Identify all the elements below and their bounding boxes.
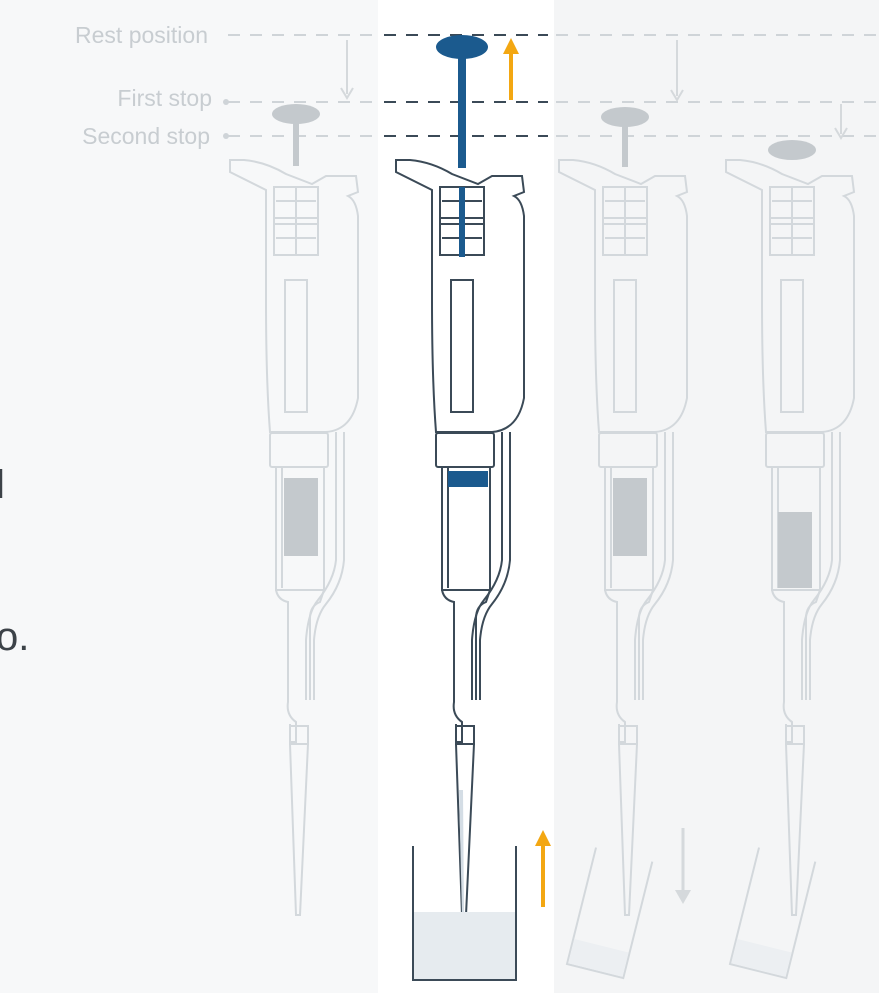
- tube-icon: [565, 847, 654, 980]
- plunger-rod-window: [459, 187, 465, 257]
- cropped-text-fragment: l: [0, 463, 5, 507]
- first-stop-label: First stop: [117, 85, 212, 111]
- rest-position-label: Rest position: [75, 22, 208, 48]
- plunger-rod: [622, 123, 628, 167]
- pipette-icon: [558, 107, 688, 916]
- down-arrow-icon: [670, 40, 684, 102]
- pipette-icon: [725, 140, 855, 916]
- liquid-fill: [613, 478, 647, 556]
- plunger-button: [436, 35, 488, 59]
- up-arrow-icon: [503, 38, 519, 100]
- plunger-button: [768, 140, 816, 160]
- piston-band: [448, 471, 488, 487]
- second-stop-dot: [223, 133, 229, 139]
- second-stop-label: Second stop: [82, 123, 210, 149]
- cropped-text-fragment: o.: [0, 615, 30, 659]
- pipette-icon: [229, 104, 359, 916]
- beaker-icon: [412, 846, 517, 981]
- pipetting-diagram: Rest position First stop Second stop: [75, 22, 879, 981]
- down-arrow-icon: [834, 104, 848, 140]
- beaker-liquid: [414, 912, 515, 980]
- liquid-fill: [778, 512, 812, 588]
- pipette-icon-active: [395, 35, 525, 916]
- reference-lines: [223, 34, 879, 139]
- first-stop-dot: [223, 99, 229, 105]
- tube-icon: [728, 847, 817, 980]
- down-arrow-icon: [340, 40, 354, 100]
- plunger-rod: [293, 120, 299, 166]
- down-arrow-icon: [675, 828, 691, 904]
- up-arrow-icon: [535, 830, 551, 907]
- liquid-fill: [284, 478, 318, 556]
- plunger-rod: [458, 56, 466, 168]
